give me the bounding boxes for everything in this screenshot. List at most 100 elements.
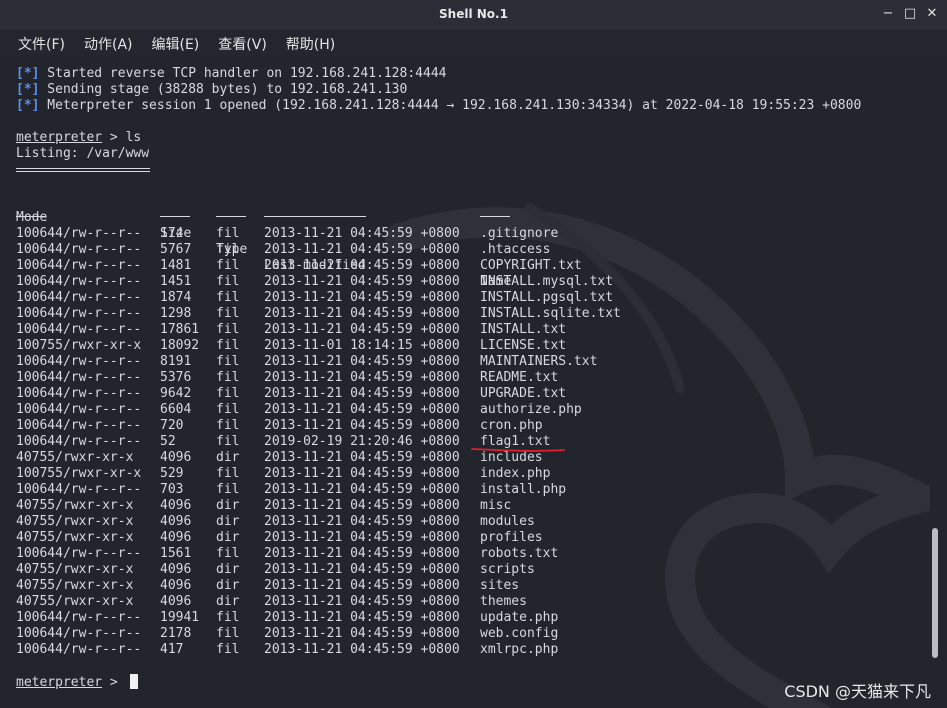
command-text: ls xyxy=(125,130,142,145)
cell-last-modified: 2013-11-21 04:45:59 +0800 xyxy=(264,386,460,401)
cell-type: dir xyxy=(216,562,240,577)
cell-last-modified: 2019-02-19 21:20:46 +0800 xyxy=(264,434,460,449)
table-row: 100644/rw-r--r-- 1298 fil 2013-11-21 04:45:… xyxy=(0,306,930,322)
cell-name: authorize.php xyxy=(480,402,582,417)
cell-size: 4096 xyxy=(160,450,192,465)
close-icon[interactable]: ✕ xyxy=(925,6,939,22)
cell-mode: 100644/rw-r--r-- xyxy=(16,322,142,337)
cell-name: .gitignore xyxy=(480,226,559,241)
cell-name: MAINTAINERS.txt xyxy=(480,354,598,369)
cell-mode: 100644/rw-r--r-- xyxy=(16,402,142,417)
table-row: 40755/rwxr-xr-x 4096 dir 2013-11-21 04:45:5… xyxy=(0,578,930,594)
cell-size: 1298 xyxy=(160,306,192,321)
cell-type: dir xyxy=(216,498,240,513)
prompt-symbol: > xyxy=(102,675,126,690)
cell-mode: 40755/rwxr-xr-x xyxy=(16,578,134,593)
cell-name: themes xyxy=(480,594,527,609)
cell-name: LICENSE.txt xyxy=(480,338,567,353)
cell-type: fil xyxy=(216,642,240,657)
table-row: 100644/rw-r--r-- 5767 fil 2013-11-21 04:45:… xyxy=(0,242,930,258)
log-text: Started reverse TCP handler on 192.168.2… xyxy=(39,66,447,81)
table-row: 100644/rw-r--r-- 720 fil 2013-11-21 04:45:5… xyxy=(0,418,930,434)
cell-type: dir xyxy=(216,594,240,609)
cell-type: fil xyxy=(216,546,240,561)
cell-type: fil xyxy=(216,466,240,481)
prompt-label: meterpreter xyxy=(16,130,103,145)
cell-size: 4096 xyxy=(160,498,192,513)
table-row: 100644/rw-r--r-- 1481 fil 2013-11-21 04:45:… xyxy=(0,258,930,274)
table-row: 100755/rwxr-xr-x 18092 fil 2013-11-01 18:14… xyxy=(0,338,930,354)
cell-type: fil xyxy=(216,434,240,449)
cell-mode: 100644/rw-r--r-- xyxy=(16,370,142,385)
cell-mode: 100644/rw-r--r-- xyxy=(16,482,142,497)
cell-size: 4096 xyxy=(160,514,192,529)
status-marker: [*] xyxy=(16,82,40,97)
cell-name: web.config xyxy=(480,626,559,641)
cell-name: profiles xyxy=(480,530,543,545)
cell-last-modified: 2013-11-01 18:14:15 +0800 xyxy=(264,338,460,353)
cell-type: fil xyxy=(216,290,240,305)
log-line: [*] Started reverse TCP handler on 192.1… xyxy=(16,66,446,82)
cell-last-modified: 2013-11-21 04:45:59 +0800 xyxy=(264,530,460,545)
cell-last-modified: 2013-11-21 04:45:59 +0800 xyxy=(264,290,460,305)
cell-last-modified: 2013-11-21 04:45:59 +0800 xyxy=(264,466,460,481)
cell-size: 4096 xyxy=(160,578,192,593)
table-row: 100644/rw-r--r-- 8191 fil 2013-11-21 04:45:… xyxy=(0,354,930,370)
cell-type: fil xyxy=(216,610,240,625)
menu-edit[interactable]: 编辑(E) xyxy=(152,34,200,54)
cell-last-modified: 2013-11-21 04:45:59 +0800 xyxy=(264,562,460,577)
scrollbar-thumb[interactable] xyxy=(932,528,938,658)
command-line[interactable]: meterpreter > xyxy=(16,674,138,690)
cell-size: 4096 xyxy=(160,530,192,545)
cell-type: fil xyxy=(216,626,240,641)
maximize-icon[interactable]: □ xyxy=(903,6,917,22)
header-rule xyxy=(160,216,190,217)
cell-size: 703 xyxy=(160,482,184,497)
cell-last-modified: 2013-11-21 04:45:59 +0800 xyxy=(264,322,460,337)
cell-mode: 40755/rwxr-xr-x xyxy=(16,514,134,529)
cell-mode: 100644/rw-r--r-- xyxy=(16,386,142,401)
table-row: 100644/rw-r--r-- 1561 fil 2013-11-21 04:45:… xyxy=(0,546,930,562)
status-marker: [*] xyxy=(16,66,40,81)
cell-size: 4096 xyxy=(160,594,192,609)
cell-type: fil xyxy=(216,306,240,321)
table-row: 100644/rw-r--r-- 1874 fil 2013-11-21 04:45:… xyxy=(0,290,930,306)
table-row: 100644/rw-r--r-- 6604 fil 2013-11-21 04:45:… xyxy=(0,402,930,418)
cell-mode: 100755/rwxr-xr-x xyxy=(16,466,142,481)
cell-last-modified: 2013-11-21 04:45:59 +0800 xyxy=(264,354,460,369)
cell-name: misc xyxy=(480,498,512,513)
menu-view[interactable]: 查看(V) xyxy=(218,34,267,54)
cell-last-modified: 2013-11-21 04:45:59 +0800 xyxy=(264,242,460,257)
cell-mode: 40755/rwxr-xr-x xyxy=(16,562,134,577)
cell-last-modified: 2013-11-21 04:45:59 +0800 xyxy=(264,306,460,321)
listing-title: Listing: /var/www xyxy=(16,146,150,161)
window-title: Shell No.1 xyxy=(439,7,508,21)
header-rule xyxy=(480,216,510,217)
menu-action[interactable]: 动作(A) xyxy=(84,34,133,54)
cell-mode: 100644/rw-r--r-- xyxy=(16,610,142,625)
header-rule xyxy=(216,216,246,217)
menu-help[interactable]: 帮助(H) xyxy=(286,34,335,54)
cell-mode: 100644/rw-r--r-- xyxy=(16,242,142,257)
menu-bar: 文件(F) 动作(A) 编辑(E) 查看(V) 帮助(H) xyxy=(0,30,947,58)
cell-last-modified: 2013-11-21 04:45:59 +0800 xyxy=(264,514,460,529)
cell-type: fil xyxy=(216,242,240,257)
cell-mode: 100644/rw-r--r-- xyxy=(16,290,142,305)
cell-name: INSTALL.txt xyxy=(480,322,567,337)
cell-type: dir xyxy=(216,530,240,545)
cell-type: fil xyxy=(216,354,240,369)
cell-last-modified: 2013-11-21 04:45:59 +0800 xyxy=(264,642,460,657)
cell-mode: 100644/rw-r--r-- xyxy=(16,546,142,561)
cell-last-modified: 2013-11-21 04:45:59 +0800 xyxy=(264,418,460,433)
text-cursor xyxy=(129,674,138,689)
cell-name: README.txt xyxy=(480,370,559,385)
menu-file[interactable]: 文件(F) xyxy=(18,34,65,54)
red-underline-annotation xyxy=(471,448,565,452)
table-row: 40755/rwxr-xr-x 4096 dir 2013-11-21 04:45:5… xyxy=(0,562,930,578)
cell-last-modified: 2013-11-21 04:45:59 +0800 xyxy=(264,402,460,417)
status-marker: [*] xyxy=(16,98,40,113)
minimize-icon[interactable]: − xyxy=(881,6,895,22)
cell-last-modified: 2013-11-21 04:45:59 +0800 xyxy=(264,594,460,609)
cell-last-modified: 2013-11-21 04:45:59 +0800 xyxy=(264,610,460,625)
cell-name: UPGRADE.txt xyxy=(480,386,567,401)
